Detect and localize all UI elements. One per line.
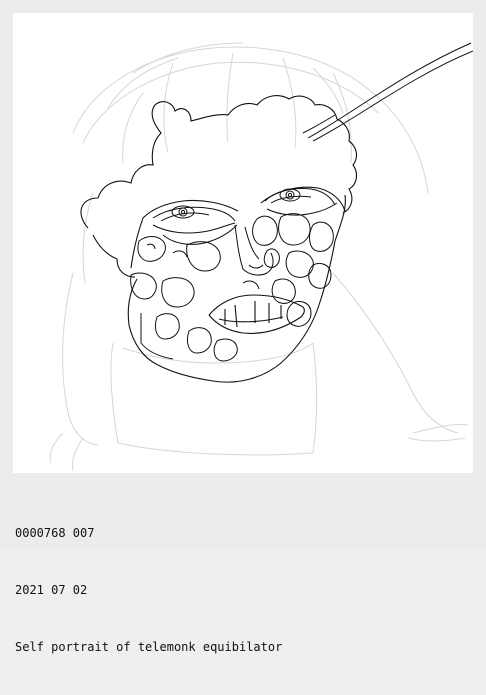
line-drawing [49, 42, 473, 472]
artwork-caption: 0000768 007 2021 07 02 Self portrait of … [15, 486, 282, 695]
artwork-canvas [13, 13, 473, 473]
artwork-title: Self portrait of telemonk equibilator [15, 640, 283, 654]
artwork-date: 2021 07 02 [15, 583, 88, 597]
right-eye [264, 188, 338, 216]
mouth [208, 294, 305, 334]
face-outline [130, 186, 346, 383]
artwork-id: 0000768 007 [15, 526, 95, 540]
wire-line [302, 42, 473, 142]
artwork-frame: 0000768 007 2021 07 02 Self portrait of … [0, 0, 486, 654]
left-eye [152, 205, 238, 245]
